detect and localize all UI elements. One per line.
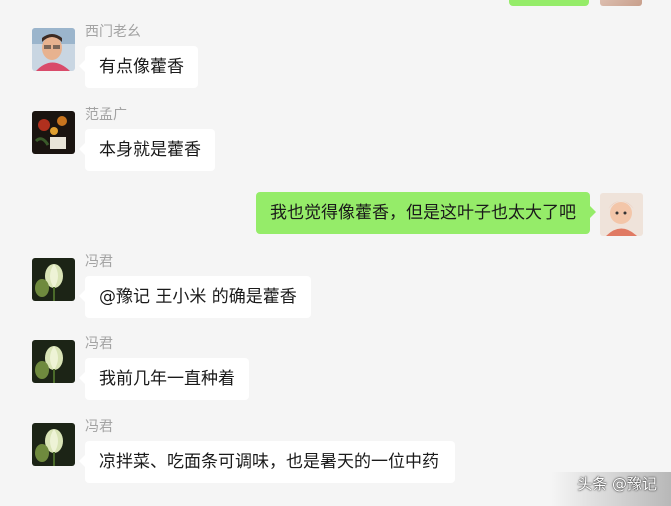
message-bubble[interactable]: 本身就是藿香 xyxy=(79,129,215,171)
lotus-bud-avatar-icon[interactable] xyxy=(32,340,75,383)
message-bubble[interactable]: 我前几年一直种着 xyxy=(79,358,249,400)
baby-photo-avatar-icon[interactable] xyxy=(600,193,643,236)
previous-self-bubble[interactable] xyxy=(509,0,589,6)
sender-name: 范孟广 xyxy=(85,107,127,123)
lotus-bud-avatar-icon[interactable] xyxy=(32,423,75,466)
sender-name: 冯君 xyxy=(85,336,113,352)
message-bubble[interactable]: 凉拌菜、吃面条可调味，也是暑天的一位中药 xyxy=(79,441,455,483)
man-photo-avatar-icon[interactable] xyxy=(32,28,75,71)
sender-name: 冯君 xyxy=(85,254,113,270)
sender-name: 冯君 xyxy=(85,419,113,435)
message-bubble-self[interactable]: 我也觉得像藿香，但是这叶子也太大了吧 xyxy=(256,192,596,234)
previous-self-avatar[interactable] xyxy=(600,0,642,6)
message-bubble[interactable]: @豫记 王小米 的确是藿香 xyxy=(79,276,311,318)
watermark: 头条 @豫记 xyxy=(577,475,657,493)
sender-name: 西门老幺 xyxy=(85,24,141,40)
night-flower-avatar-icon[interactable] xyxy=(32,111,75,154)
message-bubble[interactable]: 有点像藿香 xyxy=(79,46,198,88)
lotus-bud-avatar-icon[interactable] xyxy=(32,258,75,301)
chat-area[interactable]: 西门老幺 有点像藿香 范孟广 本身就是藿香 我也觉得像藿香，但是这叶子也太大了吧 xyxy=(0,0,671,506)
